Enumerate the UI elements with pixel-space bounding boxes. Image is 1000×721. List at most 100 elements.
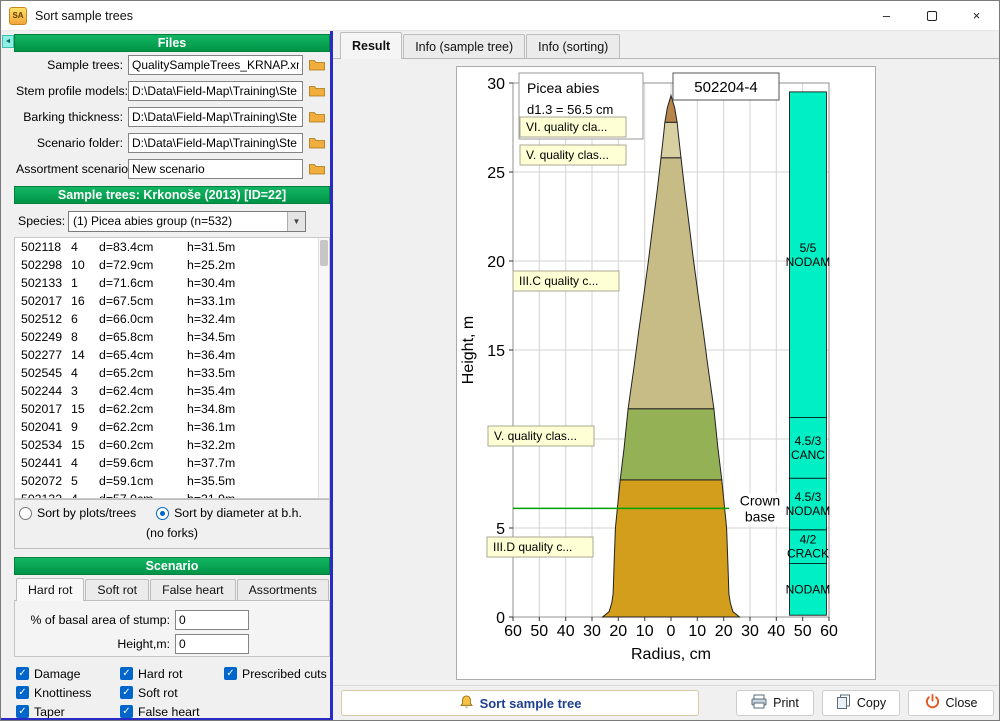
stem-profile-chart: CrownbaseNODAM4/2CRACK4.5/3NODAM4.5/3CAN…: [457, 67, 875, 679]
radio-sort-by-plots-trees[interactable]: Sort by plots/trees: [19, 506, 136, 520]
tab-result[interactable]: Result: [340, 32, 402, 59]
tree-id: 502277: [21, 348, 71, 362]
collapse-panel-button[interactable]: ◄: [2, 35, 14, 48]
field-input[interactable]: [128, 159, 303, 179]
checkbox-hard-rot[interactable]: Hard rot: [120, 664, 224, 683]
stem-segment-v-quality-clas: [620, 409, 722, 480]
tab-info-sample-tree[interactable]: Info (sample tree): [403, 34, 525, 58]
tree-list-scrollbar[interactable]: [318, 238, 329, 498]
scenario-tab-panel: % of basal area of stump: Height,m:: [14, 601, 330, 657]
svg-text:NODAM: NODAM: [786, 504, 831, 518]
close-button[interactable]: Close: [908, 690, 994, 716]
svg-text:CRACK: CRACK: [787, 547, 829, 561]
tree-list-item[interactable]: 5020419d=62.2cmh=36.1m: [15, 418, 329, 436]
print-button[interactable]: Print: [736, 690, 814, 716]
tree-height: h=36.1m: [187, 420, 329, 434]
tree-plot: 5: [71, 474, 99, 488]
tree-height: h=30.4m: [187, 276, 329, 290]
tree-diameter: d=65.4cm: [99, 348, 187, 362]
tree-list-item[interactable]: 50227714d=65.4cmh=36.4m: [15, 346, 329, 364]
browse-folder-button[interactable]: [306, 159, 328, 179]
browse-folder-button[interactable]: [306, 107, 328, 127]
checkbox-prescribed-cuts[interactable]: Prescribed cuts: [224, 664, 328, 683]
scrollbar-thumb[interactable]: [320, 240, 328, 266]
tree-plot: 8: [71, 330, 99, 344]
tree-id: 502072: [21, 474, 71, 488]
checkbox-icon: [120, 705, 133, 718]
maximize-button[interactable]: [909, 1, 954, 30]
tree-list-item[interactable]: 50229810d=72.9cmh=25.2m: [15, 256, 329, 274]
tree-diameter: d=83.4cm: [99, 240, 187, 254]
print-button-label: Print: [773, 696, 799, 710]
tree-list-item[interactable]: 5022443d=62.4cmh=35.4m: [15, 382, 329, 400]
close-window-button[interactable]: ×: [954, 1, 999, 30]
browse-folder-button[interactable]: [306, 133, 328, 153]
browse-folder-button[interactable]: [306, 55, 328, 75]
tree-list-item[interactable]: 50253415d=60.2cmh=32.2m: [15, 436, 329, 454]
tree-height: h=32.2m: [187, 438, 329, 452]
checkbox-label: Soft rot: [138, 686, 178, 700]
stump-basal-area-label: % of basal area of stump:: [15, 613, 175, 627]
tree-list-item[interactable]: 5025126d=66.0cmh=32.4m: [15, 310, 329, 328]
tree-list-rows: 5021184d=83.4cmh=31.5m50229810d=72.9cmh=…: [15, 238, 329, 499]
scenario-tab-soft-rot[interactable]: Soft rot: [85, 579, 149, 600]
file-row: Sample trees:: [14, 52, 330, 78]
height-input[interactable]: [175, 634, 249, 654]
tree-list-item[interactable]: 5021324d=57.0cmh=31.9m: [15, 490, 329, 499]
tree-plot: 16: [71, 294, 99, 308]
checkbox-icon: [16, 667, 29, 680]
tree-height: h=34.8m: [187, 402, 329, 416]
checkbox-knottiness[interactable]: Knottiness: [16, 683, 120, 702]
scenario-tab-false-heart[interactable]: False heart: [150, 579, 236, 600]
checkbox-damage[interactable]: Damage: [16, 664, 120, 683]
tab-info-sorting[interactable]: Info (sorting): [526, 34, 620, 58]
folder-icon: [309, 111, 325, 123]
tree-dbh-label: d1.3 = 56.5 cm: [527, 102, 613, 117]
left-panel: Files Sample trees:Stem profile models:B…: [14, 31, 330, 721]
tree-list-item[interactable]: 50201716d=67.5cmh=33.1m: [15, 292, 329, 310]
file-row: Assortment scenario:: [14, 156, 330, 182]
svg-text:III.C quality c...: III.C quality c...: [519, 274, 598, 288]
scenario-tab-hard-rot[interactable]: Hard rot: [16, 578, 84, 601]
tree-diameter: d=66.0cm: [99, 312, 187, 326]
tree-list-item[interactable]: 5021331d=71.6cmh=30.4m: [15, 274, 329, 292]
species-dropdown[interactable]: (1) Picea abies group (n=532) ▼: [68, 211, 306, 232]
file-row: Scenario folder:: [14, 130, 330, 156]
tree-list-item[interactable]: 5021184d=83.4cmh=31.5m: [15, 238, 329, 256]
sort-sample-tree-button[interactable]: Sort sample tree: [341, 690, 699, 716]
minimize-button[interactable]: –: [864, 1, 909, 30]
tree-list-item[interactable]: 5020725d=59.1cmh=35.5m: [15, 472, 329, 490]
field-input[interactable]: [128, 81, 303, 101]
tree-height: h=36.4m: [187, 348, 329, 362]
tree-diameter: d=65.2cm: [99, 366, 187, 380]
copy-button-label: Copy: [857, 696, 886, 710]
tree-list-item[interactable]: 5022498d=65.8cmh=34.5m: [15, 328, 329, 346]
radio-label: Sort by diameter at b.h.: [174, 506, 302, 520]
species-label: Species:: [16, 214, 68, 228]
tree-id: 502249: [21, 330, 71, 344]
species-selected-value: (1) Picea abies group (n=532): [69, 214, 287, 228]
tree-plot: 3: [71, 384, 99, 398]
x-tick-label: 10: [688, 623, 706, 640]
no-forks-note: (no forks): [15, 526, 329, 546]
tree-list-item[interactable]: 50201715d=62.2cmh=34.8m: [15, 400, 329, 418]
stem-segment-iii-c-quality-c: [628, 158, 714, 409]
files-section-rows: Sample trees:Stem profile models:Barking…: [14, 52, 330, 182]
browse-folder-button[interactable]: [306, 81, 328, 101]
scenario-tab-assortments[interactable]: Assortments: [237, 579, 329, 600]
checkbox-label: Damage: [34, 667, 80, 681]
x-tick-label: 20: [715, 623, 733, 640]
x-tick-label: 30: [583, 623, 601, 640]
chevron-down-icon[interactable]: ▼: [287, 212, 305, 231]
field-input[interactable]: [128, 55, 303, 75]
radio-sort-by-diameter-at-b-h[interactable]: Sort by diameter at b.h.: [156, 506, 302, 520]
tree-plot: 1: [71, 276, 99, 290]
tree-list-item[interactable]: 5024414d=59.6cmh=37.7m: [15, 454, 329, 472]
svg-text:V. quality clas...: V. quality clas...: [494, 429, 577, 443]
stump-basal-area-input[interactable]: [175, 610, 249, 630]
field-input[interactable]: [128, 133, 303, 153]
checkbox-soft-rot[interactable]: Soft rot: [120, 683, 224, 702]
tree-list-item[interactable]: 5025454d=65.2cmh=33.5m: [15, 364, 329, 382]
copy-button[interactable]: Copy: [822, 690, 900, 716]
field-input[interactable]: [128, 107, 303, 127]
